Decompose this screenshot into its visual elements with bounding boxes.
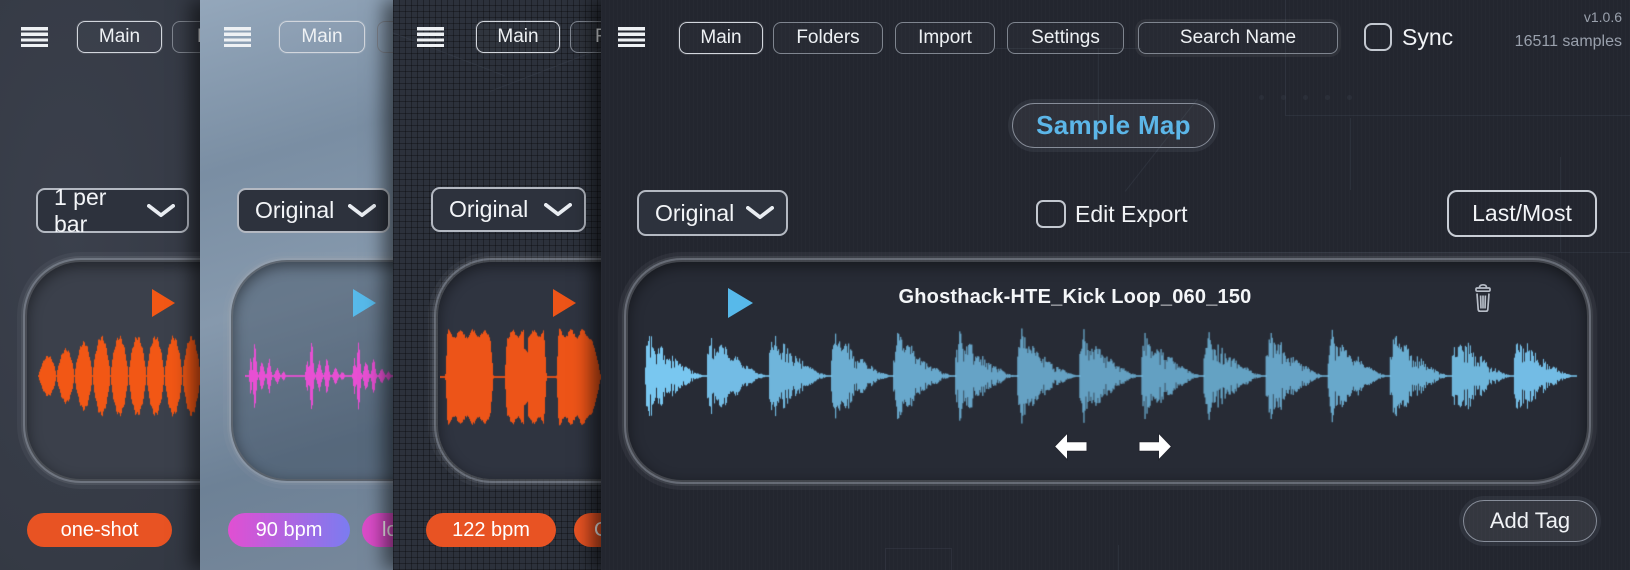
dropdown-value: 1 per bar bbox=[54, 184, 137, 238]
tab-folders-partial[interactable]: F bbox=[172, 21, 200, 53]
circuit-line bbox=[1285, 115, 1630, 116]
menu-icon[interactable] bbox=[417, 27, 444, 47]
tag-chip-partial[interactable]: lo bbox=[362, 513, 393, 547]
tab-folders-partial[interactable]: F bbox=[570, 21, 601, 53]
arrow-left-icon[interactable] bbox=[1053, 432, 1088, 461]
background-instance-1: Main F 1 per bar one-shot bbox=[0, 0, 200, 570]
sample-map-label: Sample Map bbox=[1036, 110, 1191, 141]
sample-title: Ghosthack-HTE_Kick Loop_060_150 bbox=[775, 286, 1375, 309]
app-window: Main F 1 per bar one-shot Main Original … bbox=[0, 0, 1630, 570]
search-name-field[interactable]: Search Name bbox=[1138, 22, 1338, 54]
playback-rate-dropdown[interactable]: Original bbox=[237, 188, 390, 233]
edit-export-label: Edit Export bbox=[1075, 201, 1188, 228]
add-tag-button[interactable]: Add Tag bbox=[1463, 500, 1597, 542]
background-instance-3: Main F Original 122 bpm C bbox=[393, 0, 601, 570]
circuit-line bbox=[1350, 118, 1351, 190]
tab-settings[interactable]: Settings bbox=[1007, 22, 1124, 54]
sync-label: Sync bbox=[1402, 24, 1453, 51]
waveform-display[interactable] bbox=[440, 328, 601, 426]
menu-icon[interactable] bbox=[21, 27, 48, 47]
dropdown-value: Original bbox=[255, 197, 334, 224]
sync-checkbox[interactable] bbox=[1364, 23, 1392, 51]
add-tag-label: Add Tag bbox=[1490, 508, 1570, 534]
chevron-down-icon bbox=[348, 204, 376, 218]
play-icon[interactable] bbox=[553, 289, 576, 317]
menu-icon[interactable] bbox=[224, 27, 251, 47]
dropdown-value: Original bbox=[449, 196, 528, 223]
edit-export-checkbox[interactable] bbox=[1036, 200, 1066, 228]
tab-main[interactable]: Main bbox=[679, 22, 763, 54]
arrow-right-icon[interactable] bbox=[1138, 432, 1173, 461]
main-panel: Main Folders Import Settings Search Name… bbox=[601, 0, 1630, 570]
tab-import[interactable]: Import bbox=[895, 22, 995, 54]
circuit-line bbox=[1118, 545, 1119, 570]
tab-folders-partial[interactable] bbox=[377, 21, 393, 53]
samples-count: 16511 samples bbox=[1515, 33, 1622, 51]
chevron-down-icon bbox=[746, 206, 774, 220]
play-icon[interactable] bbox=[152, 289, 175, 317]
waveform-display[interactable] bbox=[245, 337, 393, 415]
waveform-display[interactable] bbox=[640, 326, 1581, 426]
circuit-line bbox=[1285, 0, 1286, 115]
play-icon[interactable] bbox=[353, 289, 376, 317]
tab-folders[interactable]: Folders bbox=[773, 22, 883, 54]
version-text: v1.0.6 bbox=[1584, 9, 1622, 25]
tab-main[interactable]: Main bbox=[476, 21, 560, 53]
tag-chip[interactable]: 90 bpm bbox=[228, 513, 350, 547]
waveform-display[interactable] bbox=[38, 332, 200, 420]
circuit-line bbox=[1210, 252, 1630, 253]
playback-rate-dropdown[interactable]: Original bbox=[431, 187, 586, 232]
last-most-button[interactable]: Last/Most bbox=[1447, 190, 1597, 237]
chevron-down-icon bbox=[147, 204, 175, 218]
dropdown-value: Original bbox=[655, 200, 734, 227]
tab-main[interactable]: Main bbox=[77, 21, 162, 53]
chevron-down-icon bbox=[544, 203, 572, 217]
playback-rate-dropdown[interactable]: Original bbox=[637, 190, 788, 236]
tag-chip-partial[interactable]: C bbox=[574, 513, 601, 547]
tag-chip[interactable]: 122 bpm bbox=[426, 513, 556, 547]
sample-map-button[interactable]: Sample Map bbox=[1012, 103, 1215, 148]
tag-chip[interactable]: one-shot bbox=[27, 513, 172, 547]
background-instance-2: Main Original 90 bpm lo bbox=[200, 0, 393, 570]
trash-icon[interactable] bbox=[1472, 283, 1494, 313]
play-icon[interactable] bbox=[728, 288, 753, 318]
dot-row bbox=[1259, 95, 1264, 100]
tab-main[interactable]: Main bbox=[279, 21, 365, 53]
circuit-box bbox=[885, 548, 952, 570]
menu-icon[interactable] bbox=[618, 27, 645, 47]
playback-rate-dropdown[interactable]: 1 per bar bbox=[36, 188, 189, 233]
